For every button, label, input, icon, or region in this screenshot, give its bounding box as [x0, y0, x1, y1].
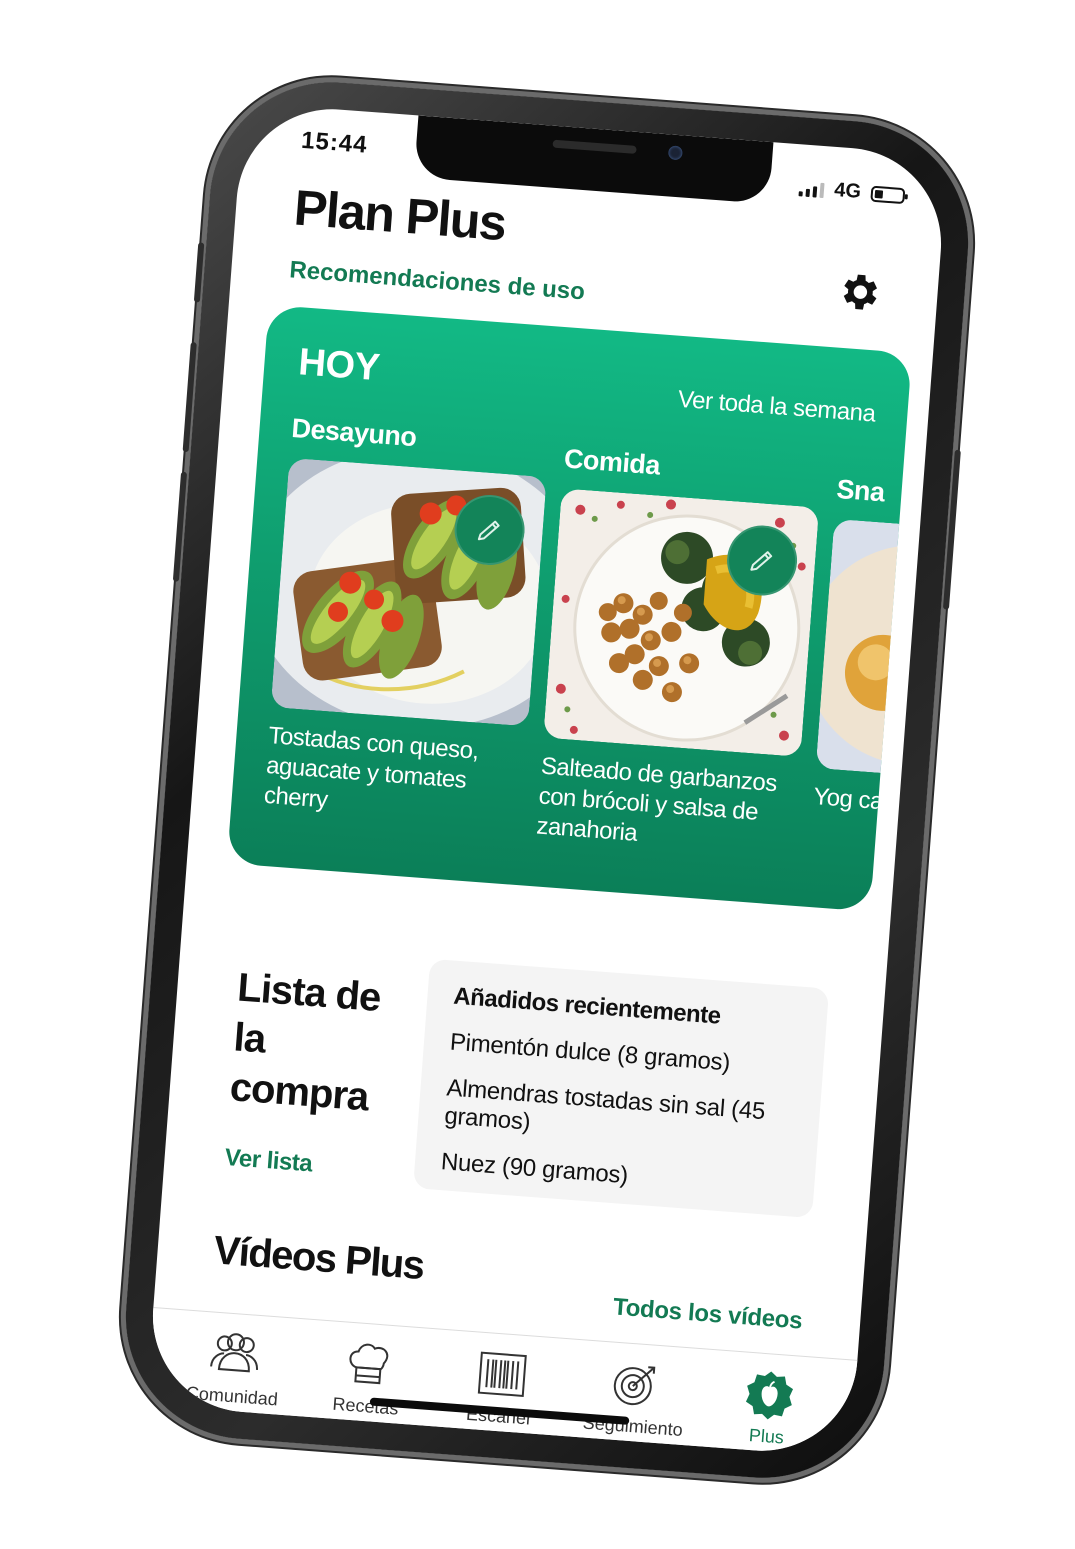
recent-heading: Añadidos recientemente [452, 982, 722, 1030]
meal-title: Desayuno [290, 412, 418, 453]
today-card: HOY Ver toda la semana Desayuno Tostadas… [226, 304, 913, 912]
recent-items-box[interactable]: Añadidos recientemente Pimentón dulce (8… [413, 958, 830, 1219]
signal-icon [798, 180, 825, 198]
page-title: Plan Plus [292, 179, 508, 252]
front-camera [667, 145, 683, 161]
meal-card-snack[interactable]: Sna Yog caq [812, 473, 913, 831]
status-time: 15:44 [300, 126, 369, 159]
meal-description: Salteado de garbanzos con brócoli y sals… [535, 752, 778, 847]
pencil-icon [750, 551, 773, 571]
stage: 15:44 4G Plan Plus Recomendaciones de us… [0, 0, 1075, 1549]
network-label: 4G [833, 178, 862, 203]
list-item: Nuez (90 gramos) [440, 1148, 629, 1190]
phone-device: 15:44 4G Plan Plus Recomendaciones de us… [117, 73, 977, 1487]
status-indicators: 4G [798, 176, 906, 207]
view-week-link[interactable]: Ver toda la semana [677, 386, 876, 429]
meal-card-lunch[interactable]: Comida Salteado de garbanzos con brócoli… [535, 443, 822, 860]
battery-icon [870, 185, 906, 204]
pencil-icon [477, 520, 500, 541]
videos-title: Vídeos Plus [212, 1228, 426, 1289]
meal-description: Tostadas con queso, aguacate y tomates c… [263, 722, 480, 814]
screen: 15:44 4G Plan Plus Recomendaciones de us… [146, 102, 948, 1458]
yogurt-persimmon-photo [815, 518, 913, 788]
target-icon [613, 1366, 656, 1406]
tab-label: Comunidad [185, 1382, 279, 1410]
view-list-link[interactable]: Ver lista [224, 1144, 313, 1178]
tab-label: Plus [748, 1425, 785, 1448]
plus-apple-icon [745, 1371, 794, 1420]
all-videos-link[interactable]: Todos los vídeos [612, 1293, 803, 1335]
list-item: Pimentón dulce (8 gramos) [449, 1028, 731, 1077]
meal-photo-lunch[interactable] [543, 488, 820, 757]
meal-title: Sna [835, 473, 886, 508]
list-item: Almendras tostadas sin sal (45 gramos) [443, 1074, 766, 1136]
meal-photo-snack[interactable] [815, 518, 913, 788]
today-label: HOY [297, 341, 381, 390]
community-icon [210, 1333, 258, 1373]
speaker [552, 139, 637, 154]
gear-icon[interactable] [834, 267, 883, 316]
meal-card-breakfast[interactable]: Desayuno Tostadas con queso, aguacate y … [263, 413, 550, 830]
meal-title: Comida [563, 443, 662, 481]
tab-plus[interactable]: Plus [698, 1350, 837, 1458]
meal-description: Yog caq [812, 783, 897, 817]
barcode-icon [477, 1351, 527, 1397]
meal-photo-breakfast[interactable] [270, 457, 547, 727]
shopping-list-title: Lista de la compra [228, 965, 382, 1120]
chef-hat-icon [349, 1343, 389, 1385]
usage-recommendations-link[interactable]: Recomendaciones de uso [288, 256, 586, 306]
